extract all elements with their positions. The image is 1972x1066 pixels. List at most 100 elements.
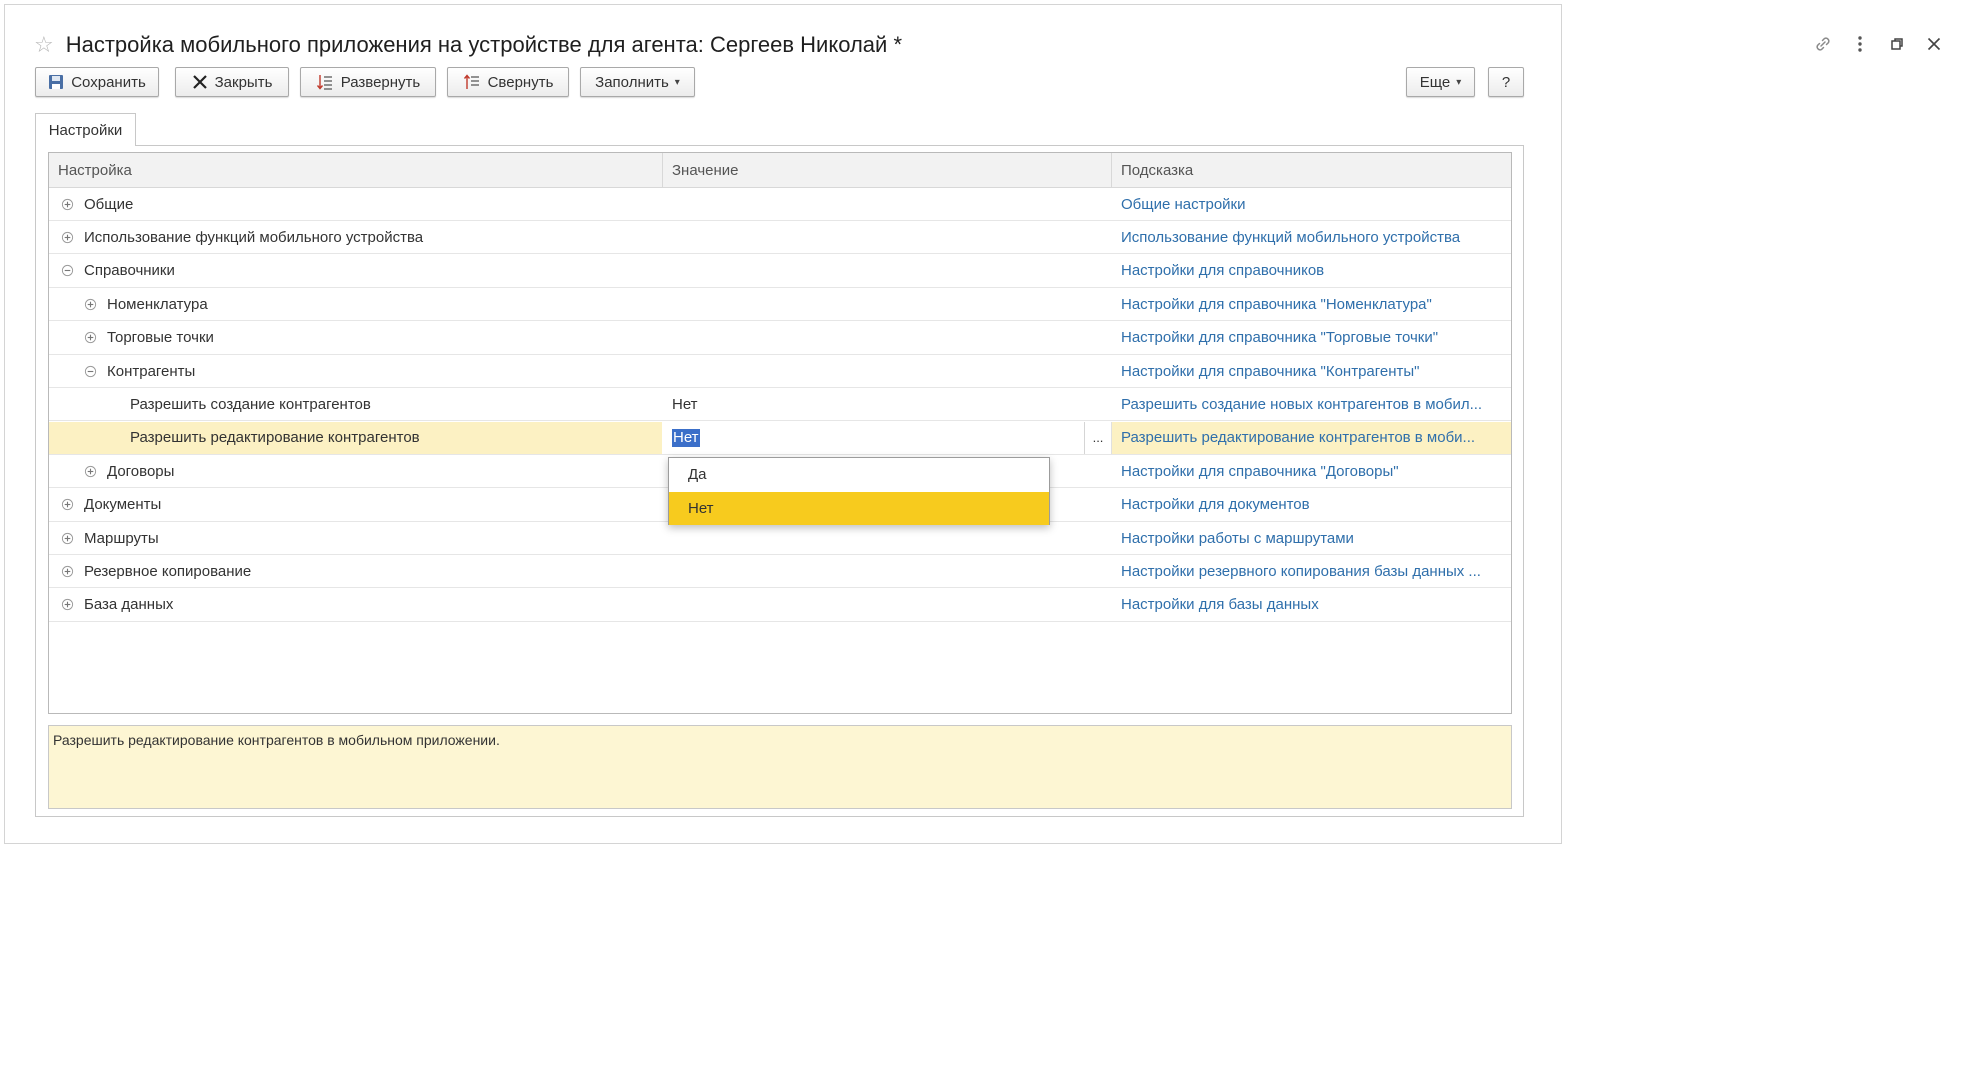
expand-plus-icon [61, 198, 73, 210]
table-row[interactable]: Номенклатура Настройки для справочника "Н… [49, 288, 1511, 322]
expand-toggle[interactable] [60, 230, 74, 244]
setting-hint-link[interactable]: Настройки для справочника "Контрагенты" [1112, 355, 1511, 387]
expand-toggle[interactable] [60, 498, 74, 512]
expand-toggle[interactable] [83, 464, 97, 478]
expand-button[interactable]: Развернуть [300, 67, 436, 97]
expand-plus-icon [61, 231, 73, 243]
setting-name-cell[interactable]: Общие [49, 188, 662, 220]
setting-hint-link[interactable]: Настройки для базы данных [1112, 589, 1511, 621]
table-row[interactable]: Разрешить создание контрагентов Нет Разреш… [49, 388, 1511, 422]
collapse-minus-icon [84, 365, 96, 377]
column-header-hint[interactable]: Подсказка [1112, 153, 1511, 187]
setting-value-cell[interactable] [663, 322, 1112, 354]
setting-value-cell[interactable] [663, 221, 1112, 253]
table-row[interactable]: База данных Настройки для базы данных [49, 589, 1511, 622]
setting-value-cell[interactable] [663, 288, 1112, 320]
column-header-value[interactable]: Значение [663, 153, 1111, 187]
restore-icon [1890, 38, 1903, 50]
more-dropdown-button[interactable]: Еще ▾ [1406, 67, 1475, 97]
value-editor-text[interactable]: Нет [672, 428, 700, 447]
setting-value-cell[interactable] [663, 255, 1112, 287]
setting-hint-text: Настройки для документов [1121, 496, 1310, 514]
expand-plus-icon [61, 499, 73, 511]
setting-name-cell[interactable]: Договоры [49, 455, 662, 487]
setting-name-label: Справочники [84, 262, 175, 280]
setting-name-cell[interactable]: Разрешить создание контрагентов [49, 388, 662, 420]
table-row[interactable]: Маршруты Настройки работы с маршрутами [49, 522, 1511, 555]
expand-toggle[interactable] [83, 297, 97, 311]
caret-down-icon: ▾ [674, 76, 680, 88]
table-row[interactable]: Использование функций мобильного устройс… [49, 221, 1511, 255]
setting-name-label: Торговые точки [107, 329, 214, 347]
setting-value-cell[interactable] [663, 522, 1112, 554]
expand-toggle[interactable] [60, 531, 74, 545]
expand-toggle[interactable] [60, 598, 74, 612]
setting-name-cell[interactable]: Маршруты [49, 522, 662, 554]
restore-window-button[interactable] [1878, 30, 1915, 58]
hint-panel: Разрешить редактирование контрагентов в … [48, 725, 1512, 809]
close-button[interactable]: Закрыть [175, 67, 289, 97]
setting-hint-link[interactable]: Настройки работы с маршрутами [1112, 522, 1511, 554]
setting-value-cell[interactable]: Нет [663, 388, 1112, 420]
table-row[interactable]: Справочники Настройки для справочников [49, 255, 1511, 288]
caret-down-icon: ▾ [1456, 76, 1462, 88]
fill-dropdown-button[interactable]: Заполнить ▾ [580, 67, 695, 97]
link-icon [1815, 37, 1830, 51]
collapse-tree-icon [463, 74, 479, 89]
setting-hint-link[interactable]: Настройки для справочника "Номенклатура" [1112, 288, 1511, 320]
setting-value-cell[interactable] [663, 589, 1112, 621]
table-row[interactable]: Разрешить редактирование контрагентов Нет… [49, 421, 1511, 455]
setting-name-cell[interactable]: Использование функций мобильного устройс… [49, 221, 662, 253]
table-row[interactable]: Торговые точки Настройки для справочника … [49, 322, 1511, 355]
expand-toggle[interactable] [60, 564, 74, 578]
setting-name-cell[interactable]: Торговые точки [49, 322, 662, 354]
setting-hint-link[interactable]: Разрешить редактирование контрагентов в … [1112, 421, 1511, 454]
setting-hint-link[interactable]: Использование функций мобильного устройс… [1112, 221, 1511, 253]
collapse-toggle[interactable] [60, 264, 74, 278]
setting-hint-link[interactable]: Общие настройки [1112, 188, 1511, 220]
table-row[interactable]: Контрагенты Настройки для справочника "Ко… [49, 355, 1511, 388]
column-header-setting[interactable]: Настройка [49, 153, 662, 187]
setting-name-cell[interactable]: Разрешить редактирование контрагентов [49, 421, 662, 454]
link-button[interactable] [1804, 30, 1841, 58]
fill-button-label: Заполнить [595, 73, 669, 91]
expand-toggle[interactable] [83, 331, 97, 345]
setting-hint-link[interactable]: Настройки для документов [1112, 489, 1511, 521]
setting-hint-link[interactable]: Настройки резервного копирования базы да… [1112, 555, 1511, 587]
setting-value-cell[interactable] [663, 355, 1112, 387]
settings-tree-table: Настройка Значение Подсказка Общие Общие … [48, 152, 1512, 714]
setting-hint-link[interactable]: Настройки для справочника "Торговые точк… [1112, 322, 1511, 354]
table-row[interactable]: Общие Общие настройки [49, 188, 1511, 221]
setting-value-cell[interactable] [663, 188, 1112, 220]
setting-hint-link[interactable]: Настройки для справочников [1112, 255, 1511, 287]
setting-name-label: Резервное копирование [84, 562, 252, 580]
table-row[interactable]: Резервное копирование Настройки резервног… [49, 555, 1511, 589]
setting-name-cell[interactable]: База данных [49, 589, 662, 621]
expand-toggle[interactable] [60, 197, 74, 211]
setting-name-cell[interactable]: Номенклатура [49, 288, 662, 320]
setting-name-label: Документы [84, 496, 162, 514]
setting-value-cell[interactable] [663, 555, 1112, 587]
select-ellipsis-button[interactable]: ... [1084, 421, 1111, 454]
setting-hint-text: Настройки для справочника "Торговые точк… [1121, 329, 1439, 347]
setting-hint-text: Общие настройки [1121, 195, 1246, 213]
tab-settings[interactable]: Настройки [35, 113, 136, 146]
setting-name-cell[interactable]: Резервное копирование [49, 555, 662, 587]
value-editor-field[interactable]: Нет... [663, 421, 1112, 454]
save-button-label: Сохранить [71, 73, 146, 91]
setting-name-cell[interactable]: Документы [49, 489, 662, 521]
close-window-button[interactable] [1915, 30, 1952, 58]
collapse-toggle[interactable] [83, 364, 97, 378]
dropdown-option-yes[interactable]: Да [669, 458, 1049, 491]
save-button[interactable]: Сохранить [35, 67, 159, 97]
more-actions-button[interactable] [1841, 30, 1878, 58]
favorite-star-icon[interactable]: ☆ [34, 34, 54, 56]
setting-name-cell[interactable]: Контрагенты [49, 355, 662, 387]
setting-hint-link[interactable]: Разрешить создание новых контрагентов в … [1112, 388, 1511, 420]
setting-name-cell[interactable]: Справочники [49, 255, 662, 287]
close-icon [192, 75, 207, 89]
setting-hint-link[interactable]: Настройки для справочника "Договоры" [1112, 455, 1511, 487]
help-button[interactable]: ? [1488, 67, 1524, 97]
dropdown-option-no[interactable]: Нет [669, 492, 1049, 525]
collapse-button[interactable]: Свернуть [447, 67, 569, 97]
